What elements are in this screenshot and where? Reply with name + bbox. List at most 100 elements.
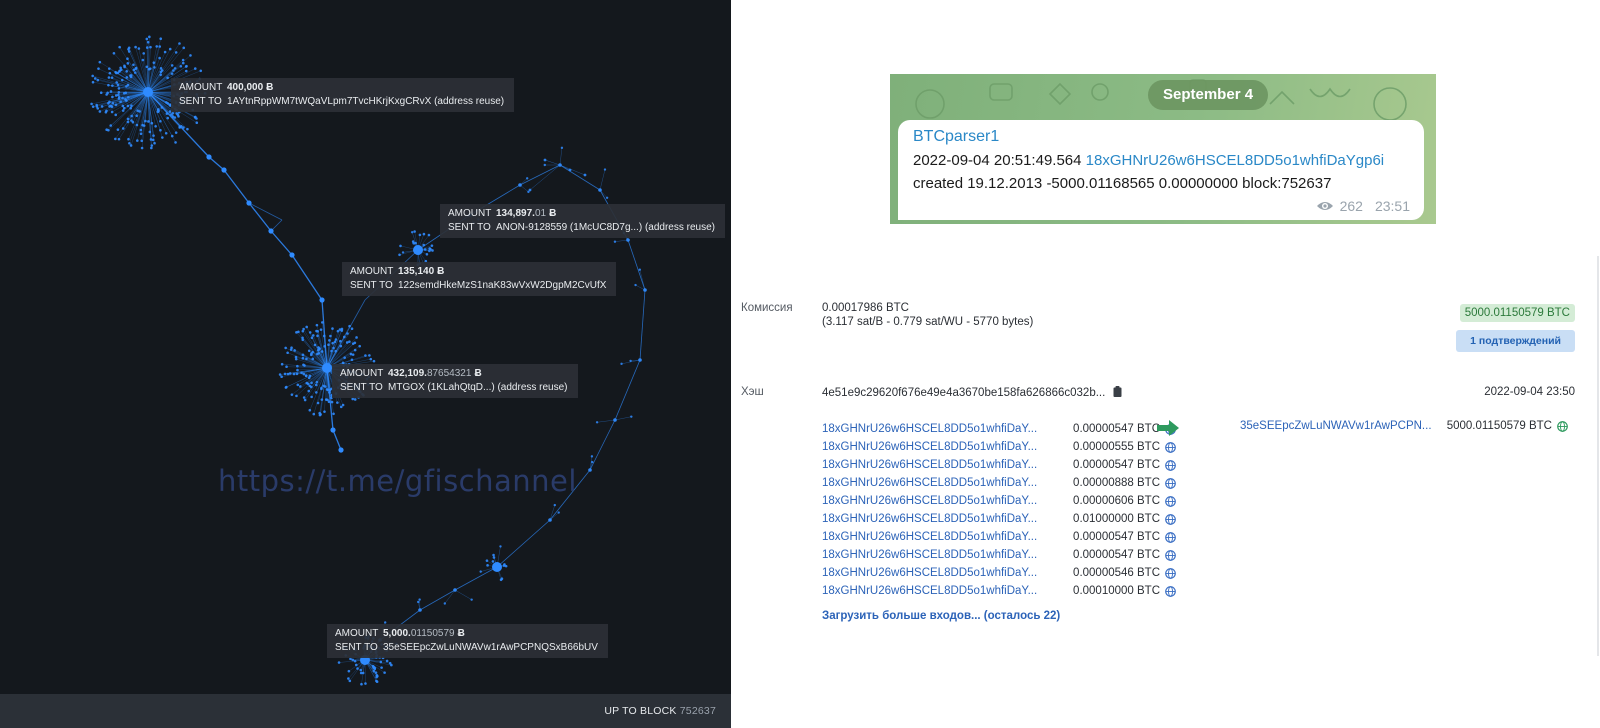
graph-node[interactable]: [108, 71, 112, 75]
graph-node[interactable]: [184, 69, 188, 73]
input-address-link[interactable]: 18xGHNrU26w6HSCEL8DD5o1whfiDaY...: [822, 513, 1045, 525]
graph-node[interactable]: [336, 401, 339, 404]
graph-node[interactable]: [492, 556, 496, 559]
graph-node[interactable]: [369, 357, 373, 361]
graph-node[interactable]: [503, 563, 506, 566]
graph-node[interactable]: [492, 553, 495, 557]
graph-node[interactable]: [543, 158, 547, 162]
graph-node[interactable]: [413, 230, 416, 233]
graph-node[interactable]: [129, 106, 132, 110]
graph-node[interactable]: [106, 91, 109, 95]
graph-node[interactable]: [186, 127, 189, 131]
graph-node[interactable]: [303, 398, 307, 402]
graph-node[interactable]: [98, 110, 102, 113]
input-address-link[interactable]: 18xGHNrU26w6HSCEL8DD5o1whfiDaY...: [822, 567, 1045, 579]
graph-node[interactable]: [430, 244, 434, 247]
graph-node[interactable]: [388, 661, 392, 665]
graph-node[interactable]: [159, 37, 163, 41]
graph-node[interactable]: [310, 395, 313, 399]
graph-node[interactable]: [127, 137, 130, 141]
graph-node[interactable]: [166, 116, 170, 120]
graph-node[interactable]: [429, 248, 432, 251]
graph-node[interactable]: [278, 373, 282, 376]
graph-node[interactable]: [323, 410, 326, 413]
input-address-link[interactable]: 18xGHNrU26w6HSCEL8DD5o1whfiDaY...: [822, 585, 1045, 597]
graph-node[interactable]: [193, 67, 197, 70]
graph-node[interactable]: [341, 403, 345, 407]
globe-icon[interactable]: [1557, 420, 1568, 432]
globe-icon[interactable]: [1165, 531, 1176, 543]
graph-node[interactable]: [301, 329, 305, 333]
graph-node[interactable]: [485, 559, 489, 562]
graph-node[interactable]: [284, 386, 288, 389]
graph-node[interactable]: [329, 334, 332, 338]
graph-node[interactable]: [350, 327, 354, 331]
graph-node[interactable]: [109, 90, 113, 93]
graph-node[interactable]: [308, 331, 312, 334]
graph-node[interactable]: [332, 412, 335, 416]
graph-node[interactable]: [380, 666, 383, 669]
graph-node[interactable]: [141, 58, 145, 62]
graph-node[interactable]: [283, 372, 287, 376]
graph-node[interactable]: [620, 362, 623, 366]
graph-node[interactable]: [334, 338, 338, 341]
graph-node[interactable]: [149, 67, 152, 70]
graph-node[interactable]: [176, 113, 180, 116]
graph-node[interactable]: [360, 682, 363, 686]
graph-node[interactable]: [302, 396, 306, 399]
graph-node[interactable]: [410, 231, 414, 234]
transaction-graph-panel[interactable]: AMOUNT 400,000 Ƀ SENT TO 1AYtnRppWM7tWQaVLp…: [0, 0, 731, 728]
graph-node[interactable]: [128, 141, 131, 145]
graph-node[interactable]: [560, 146, 564, 150]
graph-node[interactable]: [337, 661, 341, 664]
graph-node[interactable]: [107, 128, 110, 132]
graph-node[interactable]: [590, 455, 594, 458]
graph-node[interactable]: [153, 141, 156, 145]
graph-node[interactable]: [319, 297, 325, 303]
graph-node[interactable]: [289, 252, 295, 258]
graph-node[interactable]: [285, 365, 288, 369]
input-address-link[interactable]: 18xGHNrU26w6HSCEL8DD5o1whfiDaY...: [822, 477, 1045, 489]
graph-node[interactable]: [151, 138, 155, 142]
graph-node[interactable]: [148, 35, 151, 39]
graph-node[interactable]: [375, 680, 379, 684]
graph-node[interactable]: [91, 105, 95, 108]
graph-node[interactable]: [330, 349, 333, 353]
graph-node[interactable]: [117, 87, 121, 90]
graph-node[interactable]: [132, 68, 136, 72]
graph-node[interactable]: [145, 89, 151, 95]
graph-node[interactable]: [347, 677, 350, 680]
graph-node[interactable]: [349, 352, 353, 356]
graph-node[interactable]: [296, 383, 300, 387]
graph-node[interactable]: [182, 46, 186, 50]
graph-node[interactable]: [355, 336, 358, 339]
graph-node[interactable]: [123, 64, 126, 68]
graph-node[interactable]: [304, 374, 308, 378]
graph-node[interactable]: [331, 341, 334, 345]
graph-node[interactable]: [158, 56, 161, 60]
graph-node[interactable]: [114, 113, 118, 117]
output-address-link[interactable]: 35eSEEpcZwLuNWAVw1rAwPCPN...: [1240, 420, 1438, 432]
graph-node[interactable]: [359, 668, 363, 672]
graph-node[interactable]: [311, 334, 315, 337]
graph-node[interactable]: [398, 253, 401, 257]
graph-node[interactable]: [194, 115, 197, 119]
graph-node[interactable]: [353, 659, 357, 663]
graph-node[interactable]: [119, 66, 122, 70]
graph-node[interactable]: [116, 83, 120, 87]
graph-node[interactable]: [97, 67, 100, 70]
graph-node[interactable]: [399, 244, 402, 248]
graph-node[interactable]: [318, 413, 322, 417]
graph-node[interactable]: [385, 659, 389, 663]
graph-node[interactable]: [305, 381, 309, 385]
graph-node[interactable]: [91, 80, 95, 84]
graph-node[interactable]: [336, 329, 340, 333]
graph-node[interactable]: [338, 447, 344, 453]
graph-node[interactable]: [638, 268, 642, 271]
graph-node[interactable]: [307, 389, 311, 393]
graph-node[interactable]: [479, 570, 482, 573]
input-address-link[interactable]: 18xGHNrU26w6HSCEL8DD5o1whfiDaY...: [822, 441, 1045, 453]
graph-node[interactable]: [308, 374, 312, 378]
graph-node[interactable]: [109, 124, 113, 127]
clipboard-icon[interactable]: [1113, 386, 1122, 397]
